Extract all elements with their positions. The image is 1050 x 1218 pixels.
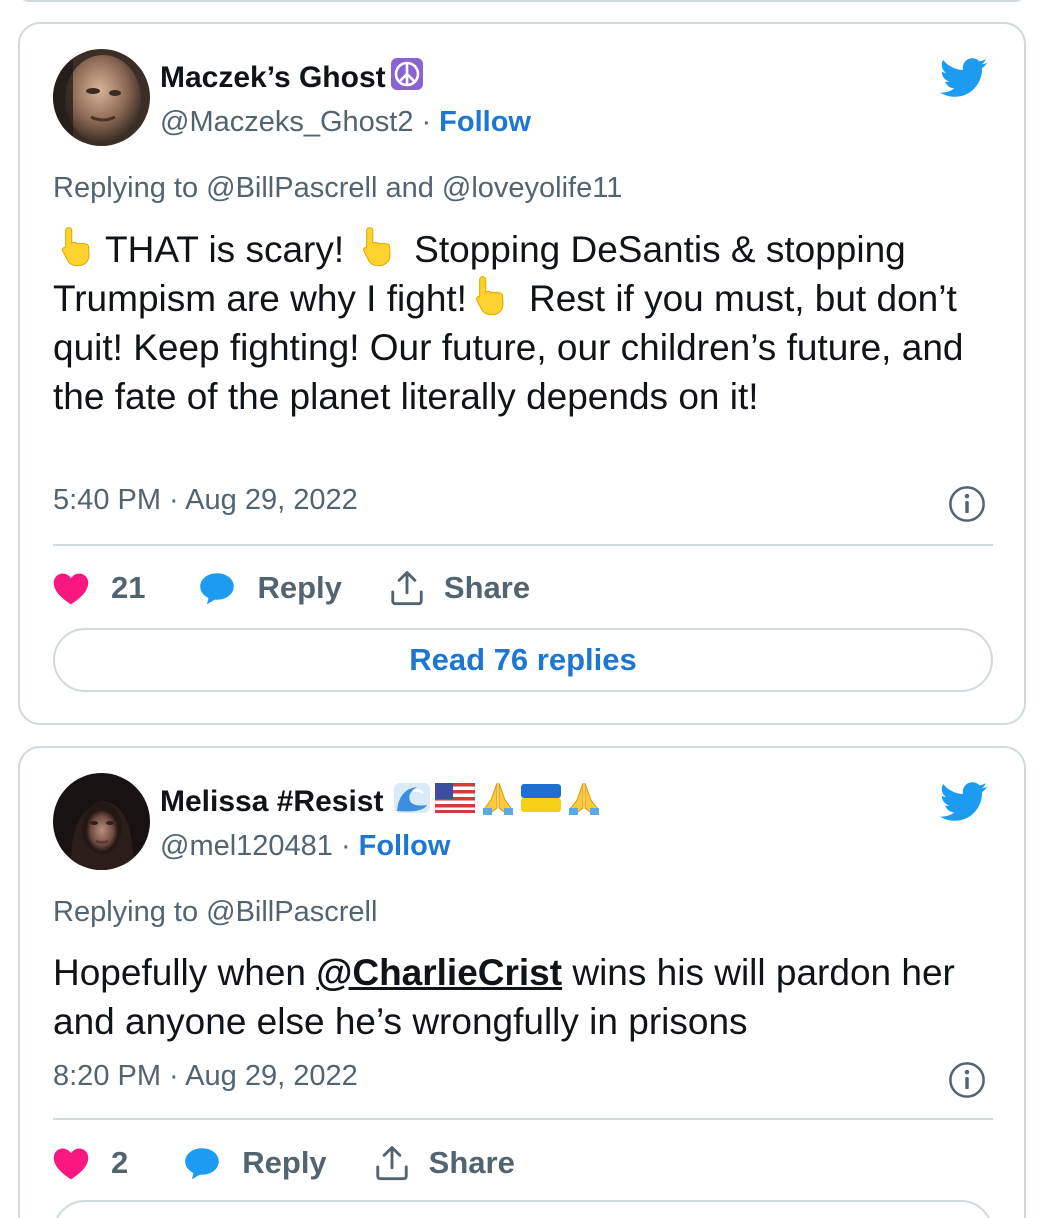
- share-button[interactable]: Share: [373, 1144, 515, 1182]
- user-handle[interactable]: @mel120481: [160, 830, 333, 863]
- share-button[interactable]: Share: [388, 569, 530, 607]
- folded-hands-icon: [565, 780, 603, 824]
- avatar[interactable]: [53, 773, 150, 870]
- tweet-text-part: THAT is scary!: [105, 229, 345, 270]
- separator-dot: ·: [340, 829, 351, 862]
- avatar[interactable]: [53, 49, 150, 146]
- pointing-up-emoji-icon: [358, 225, 398, 267]
- tweet-text: THAT is scary! Stopping DeSantis & stoppi…: [53, 225, 1003, 421]
- handle-row: @mel120481 · Follow: [160, 826, 450, 866]
- tweet-card[interactable]: Maczek’s Ghost @Maczeks_Ghost2 · Follow …: [18, 22, 1026, 725]
- twitter-bird-icon[interactable]: [940, 782, 988, 822]
- reply-context: Replying to @BillPascrell: [53, 896, 378, 928]
- timestamp[interactable]: 8:20 PM · Aug 29, 2022: [53, 1060, 358, 1093]
- pointing-up-emoji-icon: [471, 274, 511, 316]
- speech-bubble-icon: [199, 572, 235, 605]
- previous-tweet-card-edge: [18, 0, 1026, 2]
- timestamp[interactable]: 5:40 PM · Aug 29, 2022: [53, 484, 358, 517]
- reply-label: Reply: [257, 570, 342, 605]
- follow-button[interactable]: Follow: [439, 106, 531, 139]
- heart-icon: [53, 1147, 89, 1180]
- share-label: Share: [428, 1145, 515, 1180]
- mention-link[interactable]: @CharlieCrist: [316, 952, 562, 993]
- like-button[interactable]: 21: [53, 570, 199, 606]
- heart-icon: [53, 572, 89, 605]
- like-count: 2: [111, 1145, 129, 1180]
- display-name-row[interactable]: Maczek’s Ghost: [160, 58, 424, 98]
- handle-row: @Maczeks_Ghost2 · Follow: [160, 102, 531, 142]
- peace-symbol-icon: [390, 57, 424, 99]
- twitter-bird-icon[interactable]: [940, 58, 988, 98]
- tweet-text: Hopefully when @CharlieCrist wins his wi…: [53, 948, 1003, 1046]
- display-name[interactable]: Maczek’s Ghost: [160, 61, 386, 95]
- follow-button[interactable]: Follow: [359, 830, 451, 863]
- us-flag-icon: [434, 782, 476, 821]
- divider: [53, 544, 993, 546]
- read-replies-button[interactable]: Read 76 replies: [53, 628, 993, 692]
- reply-context: Replying to @BillPascrell and @loveyolif…: [53, 172, 623, 204]
- display-name[interactable]: Melissa #Resist: [160, 785, 383, 819]
- like-count: 21: [111, 570, 146, 605]
- action-bar: 21 Reply Share: [53, 563, 530, 613]
- share-upload-icon: [373, 1144, 411, 1182]
- speech-bubble-icon: [184, 1147, 220, 1180]
- water-wave-icon: [393, 781, 431, 823]
- read-replies-button[interactable]: [53, 1200, 993, 1218]
- info-icon[interactable]: [948, 485, 986, 523]
- divider: [53, 1118, 993, 1120]
- reply-button[interactable]: Reply: [184, 1145, 372, 1181]
- tweet-card[interactable]: Melissa #Resist @mel120481 · Follow Repl…: [18, 746, 1026, 1218]
- like-button[interactable]: 2: [53, 1145, 184, 1181]
- ukraine-flag-icon: [521, 784, 562, 820]
- info-icon[interactable]: [948, 1061, 986, 1099]
- share-upload-icon: [388, 569, 426, 607]
- reply-button[interactable]: Reply: [199, 570, 387, 606]
- tweet-text-part: Hopefully when: [53, 952, 317, 993]
- action-bar: 2 Reply Share: [53, 1138, 515, 1188]
- user-handle[interactable]: @Maczeks_Ghost2: [160, 106, 413, 139]
- reply-label: Reply: [242, 1145, 327, 1180]
- folded-hands-icon: [479, 780, 517, 824]
- display-name-row[interactable]: Melissa #Resist: [160, 782, 603, 822]
- separator-dot: ·: [421, 105, 432, 138]
- share-label: Share: [443, 570, 531, 605]
- pointing-up-emoji-icon: [57, 225, 97, 267]
